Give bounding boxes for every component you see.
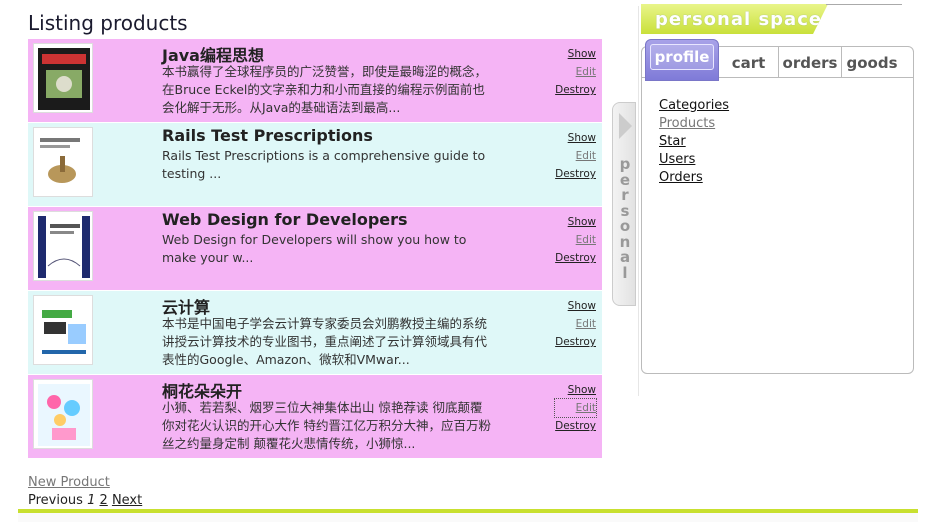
tab-orders[interactable]: orders — [779, 47, 842, 77]
product-title: Rails Test Prescriptions — [162, 126, 373, 145]
destroy-link[interactable]: Destroy — [555, 333, 596, 351]
destroy-link[interactable]: Destroy — [555, 417, 596, 435]
table-row: 云计算 本书是中国电子学会云计算专家委员会刘鹏教授主编的系统讲授云计算技术的专业… — [28, 290, 602, 374]
personal-panel-toggle[interactable]: personal — [612, 102, 636, 306]
current-page: 1 — [87, 493, 96, 508]
header-rule — [826, 4, 902, 5]
personal-space-title: personal space — [655, 9, 823, 30]
tab-profile[interactable]: profile — [645, 39, 719, 81]
star-link[interactable]: Star — [659, 133, 729, 151]
product-thumbnail[interactable] — [33, 43, 93, 113]
page-2-link[interactable]: 2 — [100, 493, 108, 508]
pagination: Previous 1 2 Next — [28, 492, 142, 510]
product-thumbnail[interactable] — [33, 295, 93, 365]
tab-goods[interactable]: goods — [842, 47, 902, 77]
footer — [18, 513, 918, 522]
product-description: 小狮、若若梨、烟罗三位大神集体出山 惊艳荐读 彻底颠覆你对花火认识的开心大作 特… — [162, 400, 491, 451]
product-thumbnail[interactable] — [33, 379, 93, 449]
destroy-link[interactable]: Destroy — [555, 165, 596, 183]
next-link[interactable]: Next — [112, 493, 142, 508]
product-thumbnail[interactable] — [33, 211, 93, 281]
tab-cart[interactable]: cart — [719, 47, 779, 77]
product-description: Web Design for Developers will show you … — [162, 232, 467, 265]
table-row: Rails Test Prescriptions Rails Test Pres… — [28, 122, 602, 206]
product-thumbnail[interactable] — [33, 127, 93, 197]
table-row: 桐花朵朵开 小狮、若若梨、烟罗三位大神集体出山 惊艳荐读 彻底颠覆你对花火认识的… — [28, 374, 602, 458]
show-link[interactable]: Show — [555, 129, 596, 147]
expand-arrow-icon — [619, 113, 632, 139]
show-link[interactable]: Show — [555, 297, 596, 315]
table-row: Java编程思想 本书赢得了全球程序员的广泛赞誉，即使是最晦涩的概念，在Bruc… — [28, 38, 602, 122]
product-title: Web Design for Developers — [162, 210, 408, 229]
show-link[interactable]: Show — [555, 213, 596, 231]
personal-handle-label: personal — [619, 155, 631, 282]
edit-link[interactable]: Edit — [555, 315, 596, 333]
edit-link[interactable]: Edit — [555, 147, 596, 165]
page-title: Listing products — [28, 11, 188, 35]
product-description: 本书赢得了全球程序员的广泛赞誉，即使是最晦涩的概念，在Bruce Eckel的文… — [162, 64, 488, 115]
edit-link[interactable]: Edit — [555, 63, 596, 81]
profile-links: Categories Products Star Users Orders — [659, 97, 729, 187]
product-description: 本书是中国电子学会云计算专家委员会刘鹏教授主编的系统讲授云计算技术的专业图书，重… — [162, 316, 488, 367]
column-divider — [638, 6, 639, 396]
personal-space-header: personal space — [641, 4, 828, 34]
product-list: Java编程思想 本书赢得了全球程序员的广泛赞誉，即使是最晦涩的概念，在Bruc… — [28, 38, 602, 458]
show-link[interactable]: Show — [555, 45, 596, 63]
show-link[interactable]: Show — [555, 381, 596, 399]
edit-link[interactable]: Edit — [554, 398, 597, 418]
destroy-link[interactable]: Destroy — [555, 249, 596, 267]
table-row: Web Design for Developers Web Design for… — [28, 206, 602, 290]
product-description: Rails Test Prescriptions is a comprehens… — [162, 148, 486, 181]
destroy-link[interactable]: Destroy — [555, 81, 596, 99]
edit-link[interactable]: Edit — [555, 231, 596, 249]
previous-label: Previous — [28, 493, 83, 508]
tab-bar: profile cart orders goods — [642, 39, 913, 81]
users-link[interactable]: Users — [659, 151, 729, 169]
orders-link[interactable]: Orders — [659, 169, 729, 187]
new-product-link[interactable]: New Product — [28, 474, 142, 492]
personal-space-panel: profile cart orders goods Categories Pro… — [641, 39, 914, 374]
products-link[interactable]: Products — [659, 115, 729, 133]
categories-link[interactable]: Categories — [659, 97, 729, 115]
